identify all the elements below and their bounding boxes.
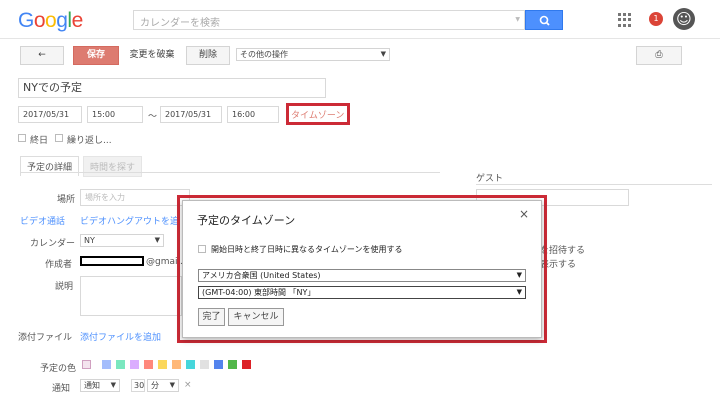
start-time-input[interactable]: 15:00 [87,106,143,123]
calendar-select[interactable]: NY ▼ [80,234,164,247]
country-value: アメリカ合衆国 (United States) [202,271,321,280]
notification-type: 通知 [84,381,100,390]
chevron-down-icon: ▼ [169,381,175,389]
google-logo[interactable]: Google [18,9,83,33]
timezone-value: (GMT-04:00) 東部時間 「NY」 [202,288,316,297]
video-call-label: ビデオ通話 [20,217,66,227]
chevron-down-icon: ▼ [110,381,116,389]
print-icon: ⎙ [655,50,663,60]
color-swatch[interactable] [102,360,111,369]
done-button[interactable]: 完了 [198,308,225,326]
chevron-down-icon: ▼ [380,50,386,58]
timezone-dialog: 予定のタイムゾーン × 開始日時と終了日時に異なるタイムゾーンを使用する アメリ… [182,200,542,338]
location-input[interactable]: 場所を入力 [80,189,190,206]
guests-divider [476,184,712,185]
logo-letter: o [33,9,46,32]
creator-label: 作成者 [45,260,73,270]
dialog-title: 予定のタイムゾーン [197,214,296,227]
color-swatch[interactable] [158,360,167,369]
header-divider [0,38,720,39]
save-button[interactable]: 保存 [73,46,119,65]
print-button[interactable]: ⎙ [636,46,682,65]
repeat-checkbox[interactable] [55,134,63,142]
apps-grid-icon[interactable] [618,13,632,27]
allday-label: 終日 [30,136,49,146]
delete-button[interactable]: 削除 [186,46,230,65]
timezone-link[interactable]: タイムゾーン [291,108,344,121]
color-swatch[interactable] [200,360,209,369]
description-label: 説明 [55,282,74,292]
notification-unit: 分 [151,381,159,390]
logo-letter: g [56,9,68,32]
tab-divider [20,172,440,173]
discard-changes-button[interactable]: 変更を破棄 [125,46,179,65]
calendar-value: NY [84,236,95,245]
attachment-label: 添付ファイル [18,333,73,343]
redacted-email-box [80,256,144,266]
notification-value-input[interactable]: 30 [131,379,145,392]
end-date-input[interactable]: 2017/05/31 [160,106,222,123]
cancel-button[interactable]: キャンセル [228,308,284,326]
add-attachment-link[interactable]: 添付ファイルを追加 [80,330,161,343]
color-swatch[interactable] [172,360,181,369]
back-button[interactable]: ← [20,46,64,65]
different-timezones-label: 開始日時と終了日時に異なるタイムゾーンを使用する [211,245,403,254]
more-actions-dropdown[interactable]: その他の操作 ▼ [236,48,390,61]
allday-checkbox[interactable] [18,134,26,142]
logo-letter: o [45,9,57,32]
date-range-separator: ～ [148,112,158,122]
chevron-down-icon: ▼ [516,288,522,296]
search-icon [539,15,550,26]
color-swatch[interactable] [186,360,195,369]
notification-type-select[interactable]: 通知 ▼ [80,379,120,392]
event-title-input[interactable]: NYでの予定 [18,78,326,98]
tab-find-time[interactable]: 時間を探す [83,156,143,177]
tab-event-details[interactable]: 予定の詳細 [20,156,80,176]
color-swatch[interactable] [144,360,153,369]
chevron-down-icon: ▼ [516,271,522,279]
color-swatch[interactable] [214,360,223,369]
avatar[interactable]: ☺ [673,8,695,30]
color-swatch-default[interactable] [82,360,91,369]
guests-title: ゲスト [476,174,504,184]
event-color-label: 予定の色 [40,364,77,374]
end-time-input[interactable]: 16:00 [227,106,279,123]
timezone-select[interactable]: (GMT-04:00) 東部時間 「NY」 ▼ [198,286,526,299]
country-select[interactable]: アメリカ合衆国 (United States) ▼ [198,269,526,282]
location-label: 場所 [57,195,76,205]
color-swatch[interactable] [116,360,125,369]
start-date-input[interactable]: 2017/05/31 [18,106,82,123]
search-options-icon[interactable]: ▼ [515,16,520,23]
color-swatch[interactable] [242,360,251,369]
calendar-label: カレンダー [30,239,76,249]
search-button[interactable] [525,10,563,30]
search-placeholder: カレンダーを検索 [140,18,220,29]
add-hangout-link[interactable]: ビデオハングアウトを追加 [80,214,180,227]
repeat-label: 繰り返し... [67,136,112,146]
search-input[interactable]: カレンダーを検索 ▼ [133,10,525,30]
different-timezones-checkbox[interactable] [198,245,206,253]
chevron-down-icon: ▼ [154,236,160,244]
notification-unit-select[interactable]: 分 ▼ [147,379,179,392]
notification-badge[interactable]: 1 [649,12,663,26]
back-arrow-icon: ← [38,50,46,60]
close-icon[interactable]: × [519,207,529,221]
color-swatch[interactable] [228,360,237,369]
color-swatch[interactable] [130,360,139,369]
description-textarea[interactable] [80,276,182,316]
remove-notification-icon[interactable]: × [184,380,192,390]
logo-letter: e [71,9,84,32]
notification-label: 通知 [52,384,71,394]
more-actions-label: その他の操作 [240,50,288,59]
logo-letter: G [18,9,34,32]
